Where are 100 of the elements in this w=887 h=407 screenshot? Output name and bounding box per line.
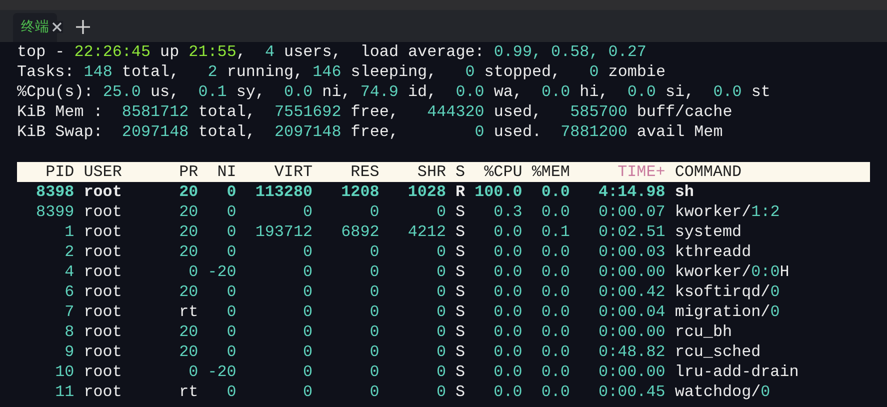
summary-label: wa, (492, 83, 524, 101)
column-header: S (456, 162, 466, 182)
table-cell-text: 0:00.00 (598, 322, 666, 342)
table-cell-text: 7 (64, 302, 74, 322)
summary-value: 146 (312, 63, 342, 81)
table-cell-text: 0:00.42 (598, 282, 666, 302)
column-header: PID (44, 162, 74, 182)
table-cell: 100.0 (474, 182, 522, 202)
table-cell-text: 4:14.98 (598, 182, 666, 202)
table-cell-text: 0 (368, 322, 380, 342)
table-cell-text: 0.0 (540, 342, 570, 362)
table-cell-text: root (84, 322, 123, 342)
table-cell-text: 4212 (406, 222, 446, 242)
column-header: NI (216, 162, 236, 182)
table-cell: -20 (208, 362, 236, 382)
table-cell-text: 0:00.03 (598, 242, 666, 262)
table-cell-text: 0.0 (492, 382, 522, 402)
table-cell-text: 0 (435, 282, 446, 302)
summary-label: avail Mem (636, 123, 723, 141)
table-cell: S (456, 302, 466, 322)
table-cell-text: root (84, 222, 123, 242)
summary-value: 0.99, 0.58, 0.27 (494, 43, 646, 61)
summary-value: 0 (474, 123, 484, 141)
table-cell-text: 0 (368, 302, 380, 322)
table-cell-text: 0.0 (492, 242, 522, 262)
table-cell-text: 0 (226, 242, 236, 262)
summary-label: used, (492, 103, 543, 121)
table-cell-text: 0 (302, 362, 313, 382)
table-cell-text: 0 (302, 202, 313, 222)
table-cell-text: root (84, 242, 123, 262)
table-cell: rcu_sched (674, 342, 761, 362)
summary-label: free, (350, 103, 400, 121)
table-cell-text: 0.0 (492, 282, 522, 302)
table-cell: S (456, 362, 466, 382)
summary-label: sleeping, (350, 63, 438, 81)
table-cell-text: 10 (54, 362, 74, 382)
table-cell-text: 0 (226, 382, 236, 402)
summary-value: 585700 (570, 103, 628, 121)
summary-label: Tasks: (17, 63, 76, 81)
table-cell-text: 0 (435, 382, 446, 402)
table-cell-text: 0 (302, 282, 313, 302)
table-cell-text: 0 (226, 282, 236, 302)
table-cell-text: 0 (302, 242, 313, 262)
table-cell-text: root (84, 382, 123, 402)
table-cell-text: root (84, 302, 123, 322)
table-cell-text: 0.0 (492, 302, 522, 322)
summary-label: total, (197, 123, 256, 141)
column-header: SHR (416, 162, 446, 182)
terminal-tab[interactable]: 终端 (13, 13, 57, 42)
column-header: COMMAND (674, 162, 742, 182)
summary-value: 2 (208, 63, 218, 81)
table-cell: -20 (208, 262, 236, 282)
plus-icon[interactable] (75, 19, 91, 35)
table-cell-text: 8399 (35, 202, 74, 222)
summary-value: 0 (465, 63, 475, 81)
summary-value: 0.0 (542, 83, 570, 101)
summary-label: st (750, 83, 770, 101)
table-cell-text: 193712 (254, 222, 313, 242)
table-cell-text: 0.0 (492, 322, 522, 342)
table-cell-text: 0 (226, 222, 236, 242)
summary-value: 0.0 (627, 83, 656, 101)
table-cell-text: 0 (302, 302, 313, 322)
table-cell-text: 0:00.00 (598, 362, 666, 382)
summary-time: 21:55 (188, 43, 236, 61)
table-cell-text: 0.0 (492, 342, 522, 362)
table-cell-text: 0 (302, 262, 313, 282)
close-icon[interactable] (51, 21, 63, 33)
table-cell-text: 0.1 (540, 222, 570, 242)
summary-value: 0.0 (456, 83, 484, 101)
summary-label: total, (197, 103, 256, 121)
table-cell: S (456, 222, 466, 242)
summary-label: up (159, 43, 180, 61)
summary-label: stopped, (483, 63, 562, 81)
table-cell: S (456, 202, 466, 222)
table-cell-text: 0.0 (492, 222, 522, 242)
summary-value: 148 (84, 63, 112, 81)
table-cell: ksoftirqd/0 (674, 282, 780, 302)
table-cell-text: 8398 (35, 182, 74, 202)
summary-label: zombie (607, 63, 666, 81)
table-cell-text: 20 (178, 342, 198, 362)
summary-label: ni, (321, 83, 352, 101)
column-header: VIRT (273, 162, 313, 182)
table-cell-text: 0.0 (540, 322, 570, 342)
summary-label: total, (120, 63, 180, 81)
table-cell-text: 0 (226, 342, 236, 362)
summary-value: 8581712 (122, 103, 189, 121)
summary-label: used. (492, 123, 543, 141)
table-cell: S (456, 382, 466, 402)
table-cell-text: 1208 (340, 182, 380, 202)
summary-label: si, (664, 83, 696, 101)
table-cell-text: 1 (64, 222, 74, 242)
table-cell-text: 4 (64, 262, 74, 282)
column-header: USER (84, 162, 123, 182)
table-cell-text: 113280 (254, 182, 313, 202)
table-cell-text: 0:00.04 (598, 302, 666, 322)
summary-label: us, (150, 83, 180, 101)
summary-value: 444320 (427, 103, 484, 121)
table-cell-text: 0 (435, 242, 446, 262)
table-cell-text: 20 (178, 242, 198, 262)
table-cell-text: 0 (435, 302, 446, 322)
